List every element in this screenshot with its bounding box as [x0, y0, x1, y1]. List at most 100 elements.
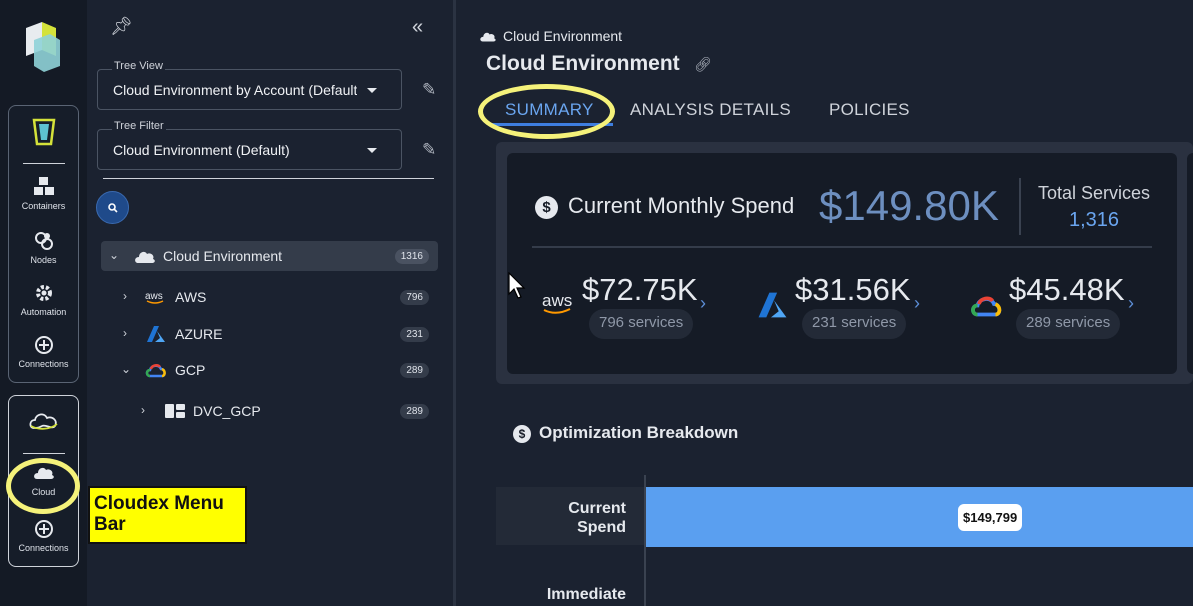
chevron-right-icon[interactable]: ›: [123, 326, 127, 340]
immediate-label: Immediate: [546, 586, 626, 603]
chevron-down-icon: [367, 88, 377, 93]
svg-text:aws: aws: [542, 291, 572, 310]
containers-icon: [33, 177, 54, 195]
app-rail: Containers Nodes Automation Connections: [0, 0, 87, 606]
current-monthly-spend-value: $149.80K: [819, 182, 999, 229]
rail-item-label: Nodes: [30, 255, 57, 265]
rail-item-label: Automation: [20, 307, 67, 317]
filter-divider: [103, 178, 434, 179]
rail-item-containers[interactable]: Containers: [9, 176, 78, 211]
cloudex-icon[interactable]: [28, 410, 60, 432]
tree-node-label: AZURE: [175, 326, 223, 342]
total-services-label: Total Services: [1038, 183, 1151, 203]
tree-node-aws[interactable]: › aws AWS 796: [101, 282, 438, 312]
breadcrumb[interactable]: Cloud Environment: [503, 28, 622, 44]
aws-services-pill[interactable]: 796 services: [589, 309, 694, 339]
rail-item-connections-cloud[interactable]: Connections: [9, 518, 78, 553]
gcp-icon: [145, 364, 166, 378]
count-badge: 796: [400, 290, 429, 305]
plus-circle-icon: [34, 336, 53, 354]
count-badge: 231: [400, 327, 429, 342]
count-badge: 1316: [394, 249, 429, 264]
tree-node-label: GCP: [175, 362, 206, 378]
tab-policies[interactable]: POLICIES: [829, 100, 910, 120]
edit-tree-filter-icon[interactable]: ✎: [422, 140, 436, 160]
account-icon: [165, 404, 185, 418]
optimization-breakdown-title: Optimization Breakdown: [539, 423, 739, 442]
rail-item-nodes[interactable]: Nodes: [9, 230, 78, 265]
search-icon: [108, 203, 118, 213]
azure-spend-value: $31.56K: [795, 272, 911, 307]
tree-node-cloud-environment[interactable]: ⌄ Cloud Environment 1316: [101, 241, 438, 271]
highlight-ring-summary: [478, 84, 615, 139]
chevron-right-icon[interactable]: ›: [123, 289, 127, 303]
chevron-down-icon[interactable]: ⌄: [109, 248, 119, 262]
current-spend-bar[interactable]: [646, 487, 1193, 547]
gear-icon: [35, 285, 52, 301]
aws-icon: aws: [542, 291, 572, 314]
rail-group-main: Containers Nodes Automation Connections: [8, 105, 79, 383]
tree-node-azure[interactable]: › AZURE 231: [101, 319, 438, 349]
chevron-right-icon[interactable]: ›: [141, 403, 145, 417]
tree-view-select[interactable]: Tree View Cloud Environment by Account (…: [97, 60, 402, 110]
aws-icon: aws: [145, 291, 164, 304]
page-title: Cloud Environment: [486, 52, 680, 75]
tree-view-value: Cloud Environment by Account (Default): [113, 82, 357, 98]
collapse-panel-icon[interactable]: «: [412, 16, 423, 39]
tree-view-label: Tree View: [112, 60, 165, 72]
pin-icon[interactable]: 📌︎: [110, 16, 133, 37]
tab-analysis-details[interactable]: ANALYSIS DETAILS: [630, 100, 791, 120]
mouse-cursor-icon: [508, 272, 526, 299]
gcp-spend-value: $45.48K: [1009, 272, 1125, 307]
cloud-icon: [480, 32, 496, 42]
dollar-icon: $: [513, 425, 531, 443]
nodes-icon: [34, 232, 53, 250]
gcp-services-pill[interactable]: 289 services: [1016, 309, 1121, 339]
rail-item-automation[interactable]: Automation: [9, 282, 78, 317]
tree-node-label: AWS: [175, 289, 207, 305]
app-logo[interactable]: [22, 20, 64, 74]
tree-node-gcp[interactable]: ⌄ GCP 289: [101, 355, 438, 385]
card-horizontal-divider: [532, 246, 1152, 248]
plus-circle-icon: [34, 520, 53, 538]
rail-item-label: Connections: [18, 543, 69, 553]
highlight-ring-cloud: [6, 458, 80, 514]
current-spend-bar-label: $149,799: [958, 504, 1023, 531]
edit-tree-view-icon[interactable]: ✎: [422, 80, 436, 100]
azure-icon: [758, 292, 787, 318]
count-badge: 289: [400, 404, 429, 419]
rail-item-label: Containers: [21, 201, 66, 211]
tree-node-dvc-gcp[interactable]: › DVC_GCP 289: [101, 396, 438, 426]
rail-item-label: Connections: [18, 359, 69, 369]
azure-chevron-right-icon[interactable]: ›: [914, 293, 920, 314]
tree-filter-label: Tree Filter: [112, 120, 166, 132]
link-icon[interactable]: 🔗︎: [694, 56, 712, 73]
count-badge: 289: [400, 363, 429, 378]
current-spend-label: Current Spend: [568, 500, 626, 536]
chevron-down-icon: [367, 148, 377, 153]
annotation-callout: Cloudex Menu Bar: [88, 486, 247, 544]
azure-services-pill[interactable]: 231 services: [802, 309, 907, 339]
card-divider: [1019, 178, 1021, 235]
azure-icon: [147, 326, 165, 342]
home-icon[interactable]: [31, 116, 57, 148]
dollar-icon: $: [535, 196, 558, 219]
rail-item-connections[interactable]: Connections: [9, 334, 78, 369]
tree-node-label: Cloud Environment: [163, 248, 283, 264]
aws-spend-value: $72.75K: [582, 272, 698, 307]
total-services-value[interactable]: 1,316: [1069, 209, 1119, 232]
tree-filter-value: Cloud Environment (Default): [113, 142, 290, 158]
cloud-icon: [135, 251, 155, 263]
current-monthly-spend-label: Current Monthly Spend: [568, 193, 795, 218]
next-card-edge: [1187, 153, 1193, 374]
gcp-icon: [971, 296, 1002, 317]
tree-node-label: DVC_GCP: [193, 403, 261, 419]
svg-text:aws: aws: [145, 291, 163, 302]
rail-separator: [23, 163, 65, 164]
rail-separator: [23, 453, 65, 454]
tree-filter-select[interactable]: Tree Filter Cloud Environment (Default): [97, 120, 402, 170]
aws-chevron-right-icon[interactable]: ›: [700, 293, 706, 314]
search-button[interactable]: [96, 191, 129, 224]
gcp-chevron-right-icon[interactable]: ›: [1128, 293, 1134, 314]
chevron-down-icon[interactable]: ⌄: [121, 362, 131, 376]
